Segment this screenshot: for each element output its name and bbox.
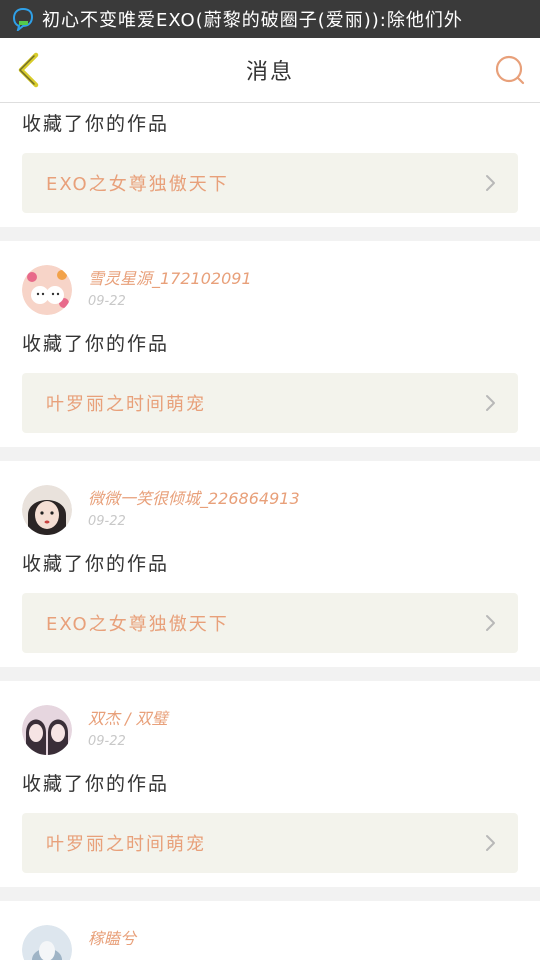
avatar[interactable] [22, 705, 72, 755]
timestamp: 09-22 [88, 294, 126, 309]
chevron-right-icon [486, 175, 495, 191]
username[interactable]: 稼瞌兮 [88, 929, 136, 949]
notification-card: 微微一笑很倾城_226864913 09-22 收藏了你的作品 EXO之女尊独傲… [0, 461, 540, 667]
work-link[interactable]: EXO之女尊独傲天下 [22, 593, 518, 653]
notification-card: 收藏了你的作品 EXO之女尊独傲天下 [0, 103, 540, 227]
work-link[interactable]: 叶罗丽之时间萌宠 [22, 813, 518, 873]
work-title: EXO之女尊独傲天下 [46, 614, 229, 635]
work-link[interactable]: EXO之女尊独傲天下 [22, 153, 518, 213]
action-text: 收藏了你的作品 [22, 333, 170, 355]
timestamp: 09-22 [88, 514, 126, 529]
notification-card: 双杰 / 双璧 09-22 收藏了你的作品 叶罗丽之时间萌宠 [0, 681, 540, 887]
action-text: 收藏了你的作品 [22, 113, 170, 135]
notification-card: 稼瞌兮 [0, 901, 540, 960]
avatar[interactable] [22, 925, 72, 960]
work-link[interactable]: 叶罗丽之时间萌宠 [22, 373, 518, 433]
status-text: 初心不变唯爱EXO(蔚黎的破圈子(爱丽)):除他们外 [42, 10, 463, 31]
user-row: 双杰 / 双璧 09-22 [22, 705, 518, 757]
work-title: 叶罗丽之时间萌宠 [46, 394, 206, 415]
timestamp: 09-22 [88, 734, 126, 749]
work-title: 叶罗丽之时间萌宠 [46, 834, 206, 855]
chevron-right-icon [486, 615, 495, 631]
user-row: 微微一笑很倾城_226864913 09-22 [22, 485, 518, 537]
user-row: 稼瞌兮 [22, 925, 518, 960]
chat-bubble-icon [12, 7, 34, 31]
action-text: 收藏了你的作品 [22, 553, 170, 575]
chevron-right-icon [486, 835, 495, 851]
notification-card: 雪灵星源_172102091 09-22 收藏了你的作品 叶罗丽之时间萌宠 [0, 241, 540, 447]
username[interactable]: 双杰 / 双璧 [88, 709, 168, 729]
user-row: 雪灵星源_172102091 09-22 [22, 265, 518, 317]
username[interactable]: 雪灵星源_172102091 [88, 269, 252, 289]
back-button[interactable] [14, 50, 44, 90]
chevron-right-icon [486, 395, 495, 411]
page-title: 消息 [245, 60, 294, 85]
work-title: EXO之女尊独傲天下 [46, 174, 229, 195]
search-icon[interactable] [494, 54, 526, 86]
status-bar: 初心不变唯爱EXO(蔚黎的破圈子(爱丽)):除他们外 [0, 0, 540, 38]
avatar[interactable] [22, 265, 72, 315]
username[interactable]: 微微一笑很倾城_226864913 [88, 489, 300, 509]
header-bar: 消息 [0, 38, 540, 103]
notification-list[interactable]: 收藏了你的作品 EXO之女尊独傲天下 雪灵星源_172102091 09-22 … [0, 103, 540, 960]
avatar[interactable] [22, 485, 72, 535]
action-text: 收藏了你的作品 [22, 773, 170, 795]
